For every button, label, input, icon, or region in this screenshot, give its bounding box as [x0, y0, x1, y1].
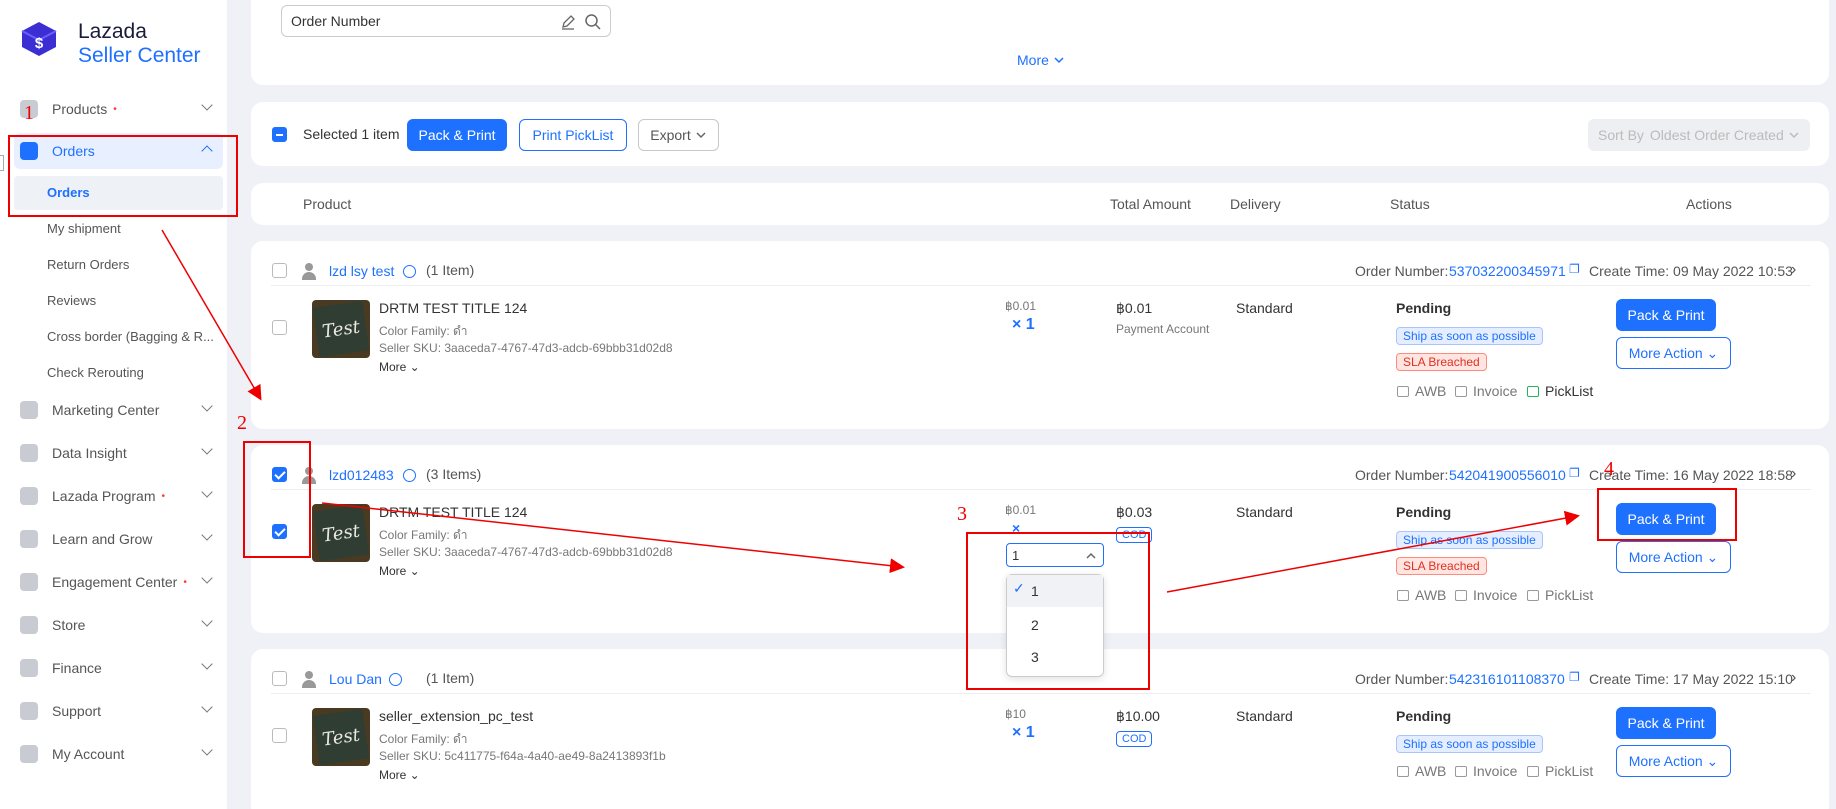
annotation-arrow-3 — [1166, 510, 1580, 593]
annotation-arrows — [161, 229, 1580, 593]
annotation-arrow-2 — [321, 502, 905, 574]
annotation-arrow-1 — [161, 229, 262, 401]
left-edge-tab — [0, 155, 4, 171]
